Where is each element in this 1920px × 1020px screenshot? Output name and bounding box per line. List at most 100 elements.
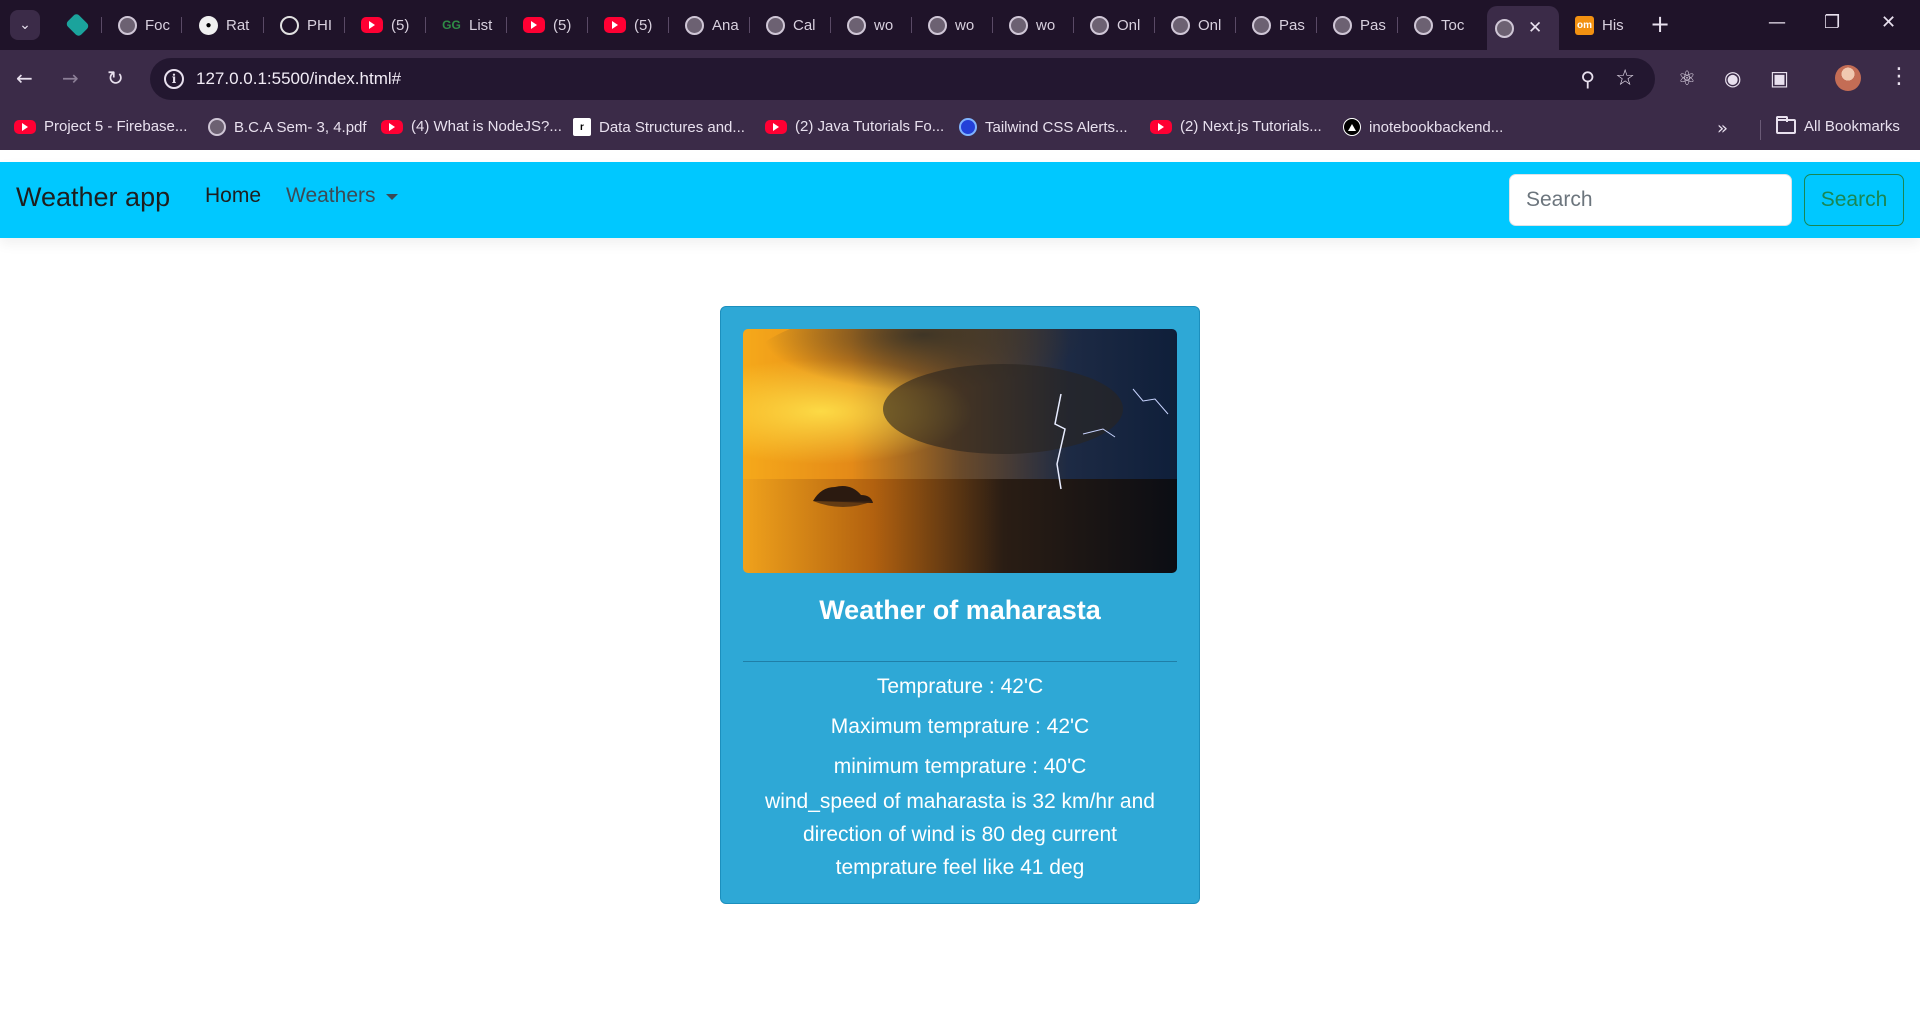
tab[interactable]: (5) [353,9,426,41]
github-icon: ● [199,15,218,35]
bookmark-item[interactable]: Project 5 - Firebase... [14,118,187,135]
youtube-icon [1150,119,1172,134]
youtube-icon [361,17,383,33]
url-text[interactable]: 127.0.0.1:5500/index.html# [196,69,401,89]
tab[interactable]: Pas [1244,9,1317,41]
back-button[interactable]: ← [16,66,33,90]
tab[interactable]: Cal [758,9,831,41]
wind-text: wind_speed of maharasta is 32 km/hr and … [765,790,1155,879]
tab-search-button[interactable]: ⌄ [10,10,40,40]
restore-button[interactable]: ❐ [1824,12,1840,33]
close-window-button[interactable]: ✕ [1881,12,1896,33]
tab[interactable]: Toc [1406,9,1479,41]
search-button[interactable]: Search [1804,174,1904,226]
tab-label: wo [955,16,975,34]
bookmark-label: (2) Next.js Tutorials... [1180,118,1322,135]
weathers-dropdown[interactable]: Weathers [286,184,398,208]
tab[interactable]: Onl [1082,9,1155,41]
tab-label: Foc [145,16,171,34]
star-icon[interactable]: ☆ [1615,66,1635,91]
tab-label: (5) [553,16,572,34]
tab-label: Onl [1198,16,1222,34]
globe-icon [1333,15,1352,35]
bookmark-item[interactable]: (2) Java Tutorials Fo... [765,118,944,135]
nav-home-link[interactable]: Home [205,184,261,208]
bookmark-item[interactable]: Tailwind CSS Alerts... [959,118,1128,136]
temperature-text: Temprature : 42'C [876,675,1044,698]
search-input[interactable] [1509,174,1792,226]
reload-button[interactable]: ↻ [107,66,124,90]
tab[interactable]: wo [1001,9,1074,41]
globe-icon [1495,18,1514,38]
tab-label: Pas [1279,16,1305,34]
card-title: Weather of maharasta [819,595,1101,625]
more-bookmarks-icon[interactable]: » [1717,118,1728,139]
youtube-icon [523,17,545,33]
tab[interactable]: Onl [1163,9,1236,41]
zoom-icon[interactable]: ⚲ [1580,67,1595,91]
tab-label: Ana [712,16,739,34]
minimize-button[interactable]: — [1768,12,1786,33]
arrow-left-icon: ← [16,66,33,90]
tab[interactable]: wo [920,9,993,41]
tab-label: (5) [391,16,410,34]
tab-label: List [469,16,493,34]
bookmarks-bar: Project 5 - Firebase... B.C.A Sem- 3, 4.… [0,108,1920,150]
globe-icon [928,15,947,35]
youtube-icon [604,17,626,33]
navbar: Weather app Home Weathers Search [0,162,1920,238]
storm-image [743,329,1177,573]
minimize-icon: — [1768,12,1786,33]
close-tab-icon[interactable]: ✕ [1528,18,1542,38]
bookmark-item[interactable]: r Data Structures and... [573,118,745,136]
puzzle-icon[interactable]: ▣ [1770,66,1789,90]
tab[interactable]: (5) [596,9,669,41]
globe-icon [1252,15,1271,35]
plus-icon: + [1650,10,1671,38]
tab[interactable]: Pas [1325,9,1398,41]
tab[interactable] [60,9,102,41]
tab[interactable]: ● Rat [191,9,264,41]
new-tab-button[interactable]: + [1650,12,1670,36]
youtube-icon [381,119,403,134]
tab[interactable]: om His [1567,9,1640,41]
bookmark-item[interactable]: (2) Next.js Tutorials... [1150,118,1322,135]
avatar[interactable] [1835,65,1861,91]
max-temperature-text: Maximum temprature : 42'C [830,715,1090,738]
address-bar[interactable]: i 127.0.0.1:5500/index.html# ⚲ ☆ [150,58,1655,100]
globe-icon [1414,15,1433,35]
tailwind-icon [959,118,977,136]
all-bookmarks-button[interactable]: All Bookmarks [1776,116,1900,135]
page-content: Weather app Home Weathers Search Search … [0,150,1920,1020]
tab[interactable]: (5) [515,9,588,41]
tab-strip: ⌄ Foc ● Rat PHI (5) GG List (5) (5) Ana … [0,0,1920,50]
bookmark-item[interactable]: inotebookbackend... [1343,118,1503,136]
all-bookmarks-label: All Bookmarks [1804,118,1900,135]
react-devtools-icon[interactable]: ⚛ [1678,66,1696,90]
om-icon: om [1575,15,1594,35]
tab-label: His [1602,16,1624,34]
tab[interactable]: Foc [110,9,182,41]
extension-icon[interactable]: ◉ [1724,66,1741,90]
info-icon[interactable]: i [164,69,184,89]
tab[interactable]: wo [839,9,912,41]
bookmark-label: Tailwind CSS Alerts... [985,118,1128,136]
tab-label: Pas [1360,16,1386,34]
tab[interactable]: GG List [434,9,507,41]
bookmark-label: B.C.A Sem- 3, 4.pdf [234,118,367,136]
youtube-icon [14,119,36,134]
globe-icon [1171,15,1190,35]
caret-down-icon [385,194,398,200]
forward-button[interactable]: → [62,66,79,90]
brand-link[interactable]: Weather app [16,182,170,213]
reload-icon: ↻ [107,66,124,90]
divider [743,661,1177,662]
bookmark-item[interactable]: (4) What is NodeJS?... [381,118,562,135]
bookmark-item[interactable]: B.C.A Sem- 3, 4.pdf [208,118,367,136]
divider [1760,120,1761,140]
tab[interactable]: Ana [677,9,750,41]
openai-icon [280,15,299,35]
tab[interactable]: PHI [272,9,345,41]
menu-icon[interactable]: ⋮ [1888,64,1910,89]
tab-active[interactable]: ✕ [1487,6,1559,50]
